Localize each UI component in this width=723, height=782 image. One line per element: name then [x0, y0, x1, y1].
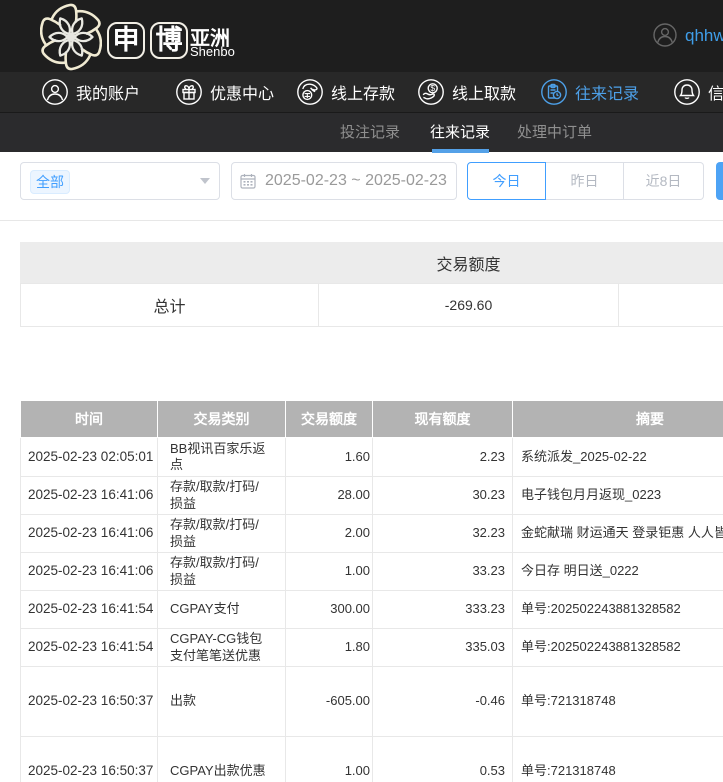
- svg-text:$: $: [430, 83, 435, 93]
